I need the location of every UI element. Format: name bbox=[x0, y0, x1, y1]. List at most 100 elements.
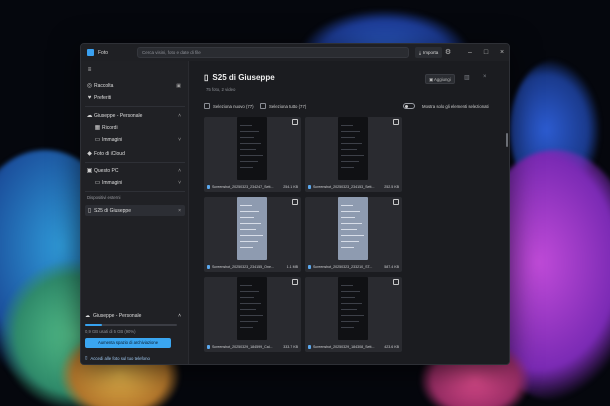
select-all-checkbox[interactable]: Seleziona tutto (77) bbox=[260, 103, 306, 109]
show-selected-toggle[interactable]: Mostra solo gli elementi selezionati bbox=[403, 103, 489, 109]
image-file-icon bbox=[207, 185, 210, 189]
app-title: Foto bbox=[98, 49, 109, 56]
file-size: 423.6 KB bbox=[384, 345, 399, 349]
storage-used-text: 0,9 GB usati di 5 GB (90%) bbox=[85, 329, 136, 334]
photo-tile[interactable]: Screenshot_20250323_234155_One... 1.1 MB bbox=[204, 197, 301, 272]
screenshot-thumbnail bbox=[338, 277, 368, 340]
minimize-icon[interactable]: – bbox=[465, 47, 475, 58]
title-bar: Foto Cerca visini, foto e date di file ⤓… bbox=[81, 44, 509, 61]
file-name: Screenshot_20250323_234153_Sett... bbox=[313, 185, 375, 189]
file-size: 1.1 MB bbox=[286, 265, 298, 269]
chevron-up-icon[interactable]: ˄ bbox=[178, 113, 181, 119]
sidebar-item-ricordi[interactable]: ▦ Ricordi bbox=[93, 122, 185, 133]
collection-icon: ◎ bbox=[86, 83, 93, 89]
phone-icon: ▯ bbox=[204, 73, 209, 82]
photo-tile[interactable]: Screenshot_20250323_234153_Sett... 252.5 … bbox=[305, 117, 402, 192]
tile-checkbox[interactable] bbox=[292, 279, 298, 285]
cloud-icon: ☁ bbox=[86, 113, 93, 119]
page-title: ▯ S25 di Giuseppe bbox=[204, 73, 275, 82]
image-file-icon bbox=[308, 265, 311, 269]
memories-icon: ▦ bbox=[94, 125, 101, 131]
tile-checkbox[interactable] bbox=[393, 119, 399, 125]
hamburger-menu-icon[interactable]: ≡ bbox=[85, 64, 99, 75]
scrollbar[interactable] bbox=[506, 133, 508, 147]
computer-icon: ▣ bbox=[86, 168, 93, 174]
phone-icon: ▯ bbox=[85, 355, 88, 360]
sidebar-item-onedrive[interactable]: ☁ Giuseppe - Personale ˄ bbox=[85, 110, 185, 121]
file-size: 254.1 KB bbox=[283, 185, 298, 189]
screenshot-thumbnail bbox=[237, 117, 267, 180]
phone-photos-link[interactable]: ▯ Accedi alle foto sul tuo telefono bbox=[85, 355, 185, 361]
sidebar-item-immagini-pc[interactable]: ▭ Immagini ˅ bbox=[93, 177, 185, 188]
maximize-icon[interactable]: □ bbox=[481, 47, 491, 58]
file-name: Screenshot_20250323_234155_One... bbox=[212, 265, 274, 269]
photos-app-window: Foto Cerca visini, foto e date di file ⤓… bbox=[80, 43, 510, 365]
delete-icon[interactable]: ▥ bbox=[464, 74, 470, 81]
chevron-down-icon[interactable]: ˅ bbox=[178, 137, 181, 143]
increase-storage-button[interactable]: Aumenta spazio di archiviazione bbox=[85, 338, 171, 348]
tile-checkbox[interactable] bbox=[393, 279, 399, 285]
image-file-icon bbox=[207, 265, 210, 269]
phone-icon: ▯ bbox=[87, 208, 92, 214]
photo-tile[interactable]: Screenshot_20250329_184599_Cal... 333.7 K… bbox=[204, 277, 301, 352]
sidebar-item-device[interactable]: ▯ S25 di Giuseppe × bbox=[85, 205, 185, 216]
sidebar-item-immagini-cloud[interactable]: ▭ Immagini ˅ bbox=[93, 134, 185, 145]
add-folder-icon[interactable]: ▣ bbox=[176, 83, 181, 89]
photo-tile[interactable]: Screenshot_20250329_184308_Sett... 423.6 … bbox=[305, 277, 402, 352]
file-name: Screenshot_20250329_184599_Cal... bbox=[212, 345, 273, 349]
photo-tile[interactable]: Screenshot_20250323_233210_ST... 587.4 KB bbox=[305, 197, 402, 272]
image-file-icon bbox=[308, 345, 311, 349]
tile-checkbox[interactable] bbox=[292, 199, 298, 205]
sidebar-item-raccolta[interactable]: ◎ Raccolta ▣ bbox=[85, 80, 185, 91]
photo-tile[interactable]: Screenshot_20250323_234247_Sett... 254.1 … bbox=[204, 117, 301, 192]
folder-icon: ▭ bbox=[94, 137, 101, 143]
image-file-icon bbox=[308, 185, 311, 189]
screenshot-thumbnail bbox=[237, 197, 267, 260]
account-panel: ☁ Giuseppe - Personale ˄ 0,9 GB usati di… bbox=[85, 313, 185, 361]
import-icon: ⤓ bbox=[419, 50, 421, 55]
checkbox-box bbox=[260, 103, 266, 109]
eject-close-icon[interactable]: × bbox=[178, 208, 181, 214]
select-new-checkbox[interactable]: Seleziona nuovo (77) bbox=[204, 103, 254, 109]
storage-progress-bar bbox=[85, 324, 177, 326]
divider bbox=[85, 106, 185, 107]
add-icon: ▣ bbox=[429, 77, 434, 82]
sidebar-item-questo-pc[interactable]: ▣ Questo PC ˄ bbox=[85, 165, 185, 176]
cloud-icon: ☁ bbox=[85, 313, 90, 319]
divider bbox=[85, 191, 185, 192]
screenshot-thumbnail bbox=[237, 277, 267, 340]
file-size: 252.5 KB bbox=[384, 185, 399, 189]
sidebar-item-icloud[interactable]: ◆ Foto di iCloud bbox=[85, 148, 185, 159]
photos-app-icon bbox=[87, 49, 94, 56]
external-devices-label: Dispositivi esterni bbox=[87, 195, 121, 200]
file-size: 587.4 KB bbox=[384, 265, 399, 269]
checkbox-box bbox=[204, 103, 210, 109]
sidebar: ≡ ◎ Raccolta ▣ ♥ Preferiti ☁ Giuseppe - … bbox=[81, 61, 189, 364]
item-count: 75 foto, 2 video bbox=[206, 87, 236, 92]
chevron-up-icon[interactable]: ˄ bbox=[178, 168, 181, 174]
file-name: Screenshot_20250323_233210_ST... bbox=[313, 265, 373, 269]
tile-checkbox[interactable] bbox=[292, 119, 298, 125]
file-name: Screenshot_20250329_184308_Sett... bbox=[313, 345, 375, 349]
divider bbox=[85, 162, 185, 163]
toggle-switch bbox=[403, 103, 415, 109]
account-title: ☁ Giuseppe - Personale ˄ bbox=[85, 313, 181, 319]
image-file-icon bbox=[207, 345, 210, 349]
chevron-down-icon[interactable]: ˅ bbox=[178, 180, 181, 186]
tile-checkbox[interactable] bbox=[393, 199, 399, 205]
main-content: ▯ S25 di Giuseppe 75 foto, 2 video ▣ Agg… bbox=[190, 61, 509, 364]
file-name: Screenshot_20250323_234247_Sett... bbox=[212, 185, 274, 189]
heart-icon: ♥ bbox=[87, 94, 92, 101]
screenshot-thumbnail bbox=[338, 117, 368, 180]
screenshot-thumbnail bbox=[338, 197, 368, 260]
sidebar-item-preferiti[interactable]: ♥ Preferiti bbox=[85, 92, 185, 103]
close-panel-icon[interactable]: × bbox=[483, 74, 487, 80]
add-button[interactable]: ▣ Aggiungi bbox=[425, 74, 455, 84]
file-size: 333.7 KB bbox=[283, 345, 298, 349]
close-icon[interactable]: × bbox=[497, 47, 507, 58]
import-button[interactable]: ⤓ Importa bbox=[415, 47, 443, 58]
settings-gear-icon[interactable]: ⚙ bbox=[443, 47, 453, 58]
icloud-icon: ◆ bbox=[87, 151, 92, 157]
chevron-up-icon[interactable]: ˄ bbox=[178, 313, 181, 319]
search-input[interactable]: Cerca visini, foto e date di file bbox=[137, 47, 409, 58]
